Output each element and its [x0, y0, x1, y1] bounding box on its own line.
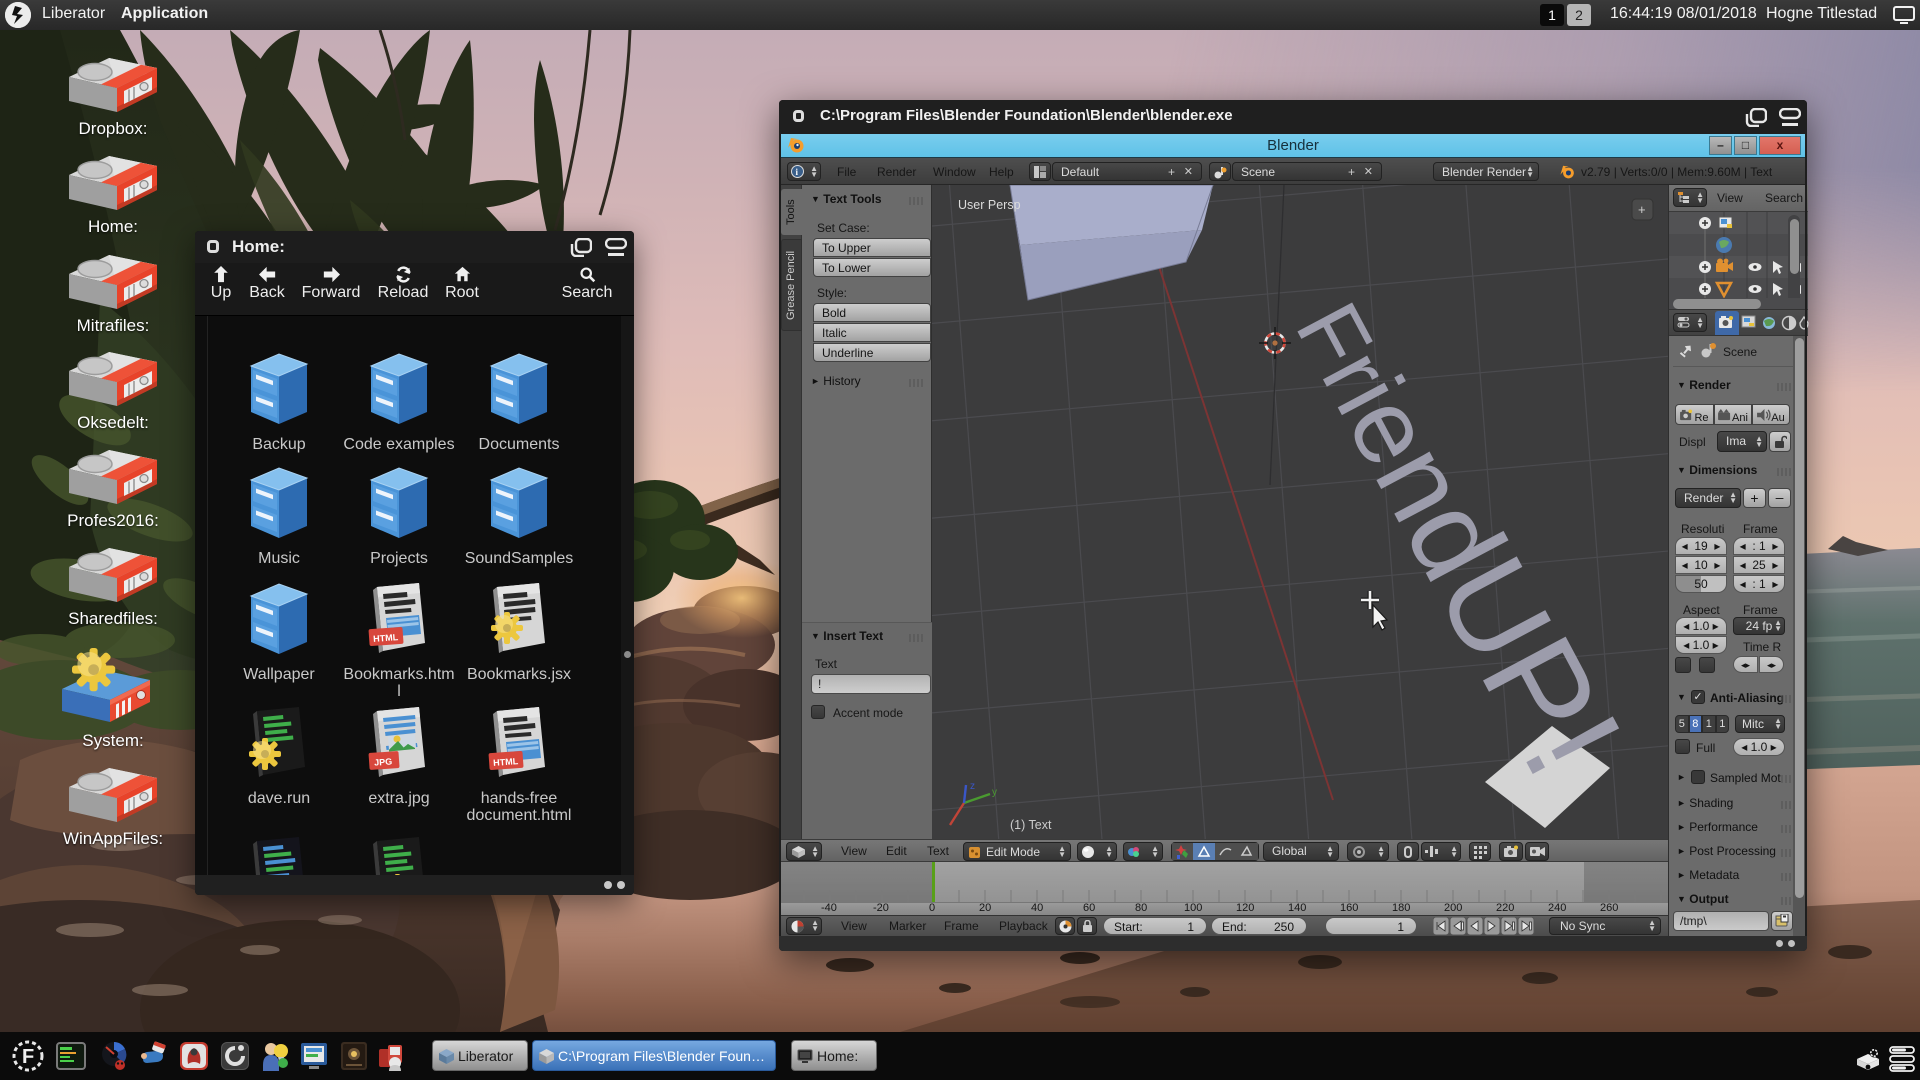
svg-text:User Persp: User Persp [958, 198, 1021, 212]
svg-text:(1) Text: (1) Text [1010, 818, 1052, 832]
svg-text:y: y [992, 787, 997, 798]
svg-text:z: z [970, 781, 975, 792]
svg-text:FriendUP!: FriendUP! [1267, 265, 1652, 800]
svg-text:+: + [1638, 202, 1646, 217]
svg-text:F: F [22, 1046, 34, 1068]
svg-text:JPG: JPG [374, 756, 393, 767]
